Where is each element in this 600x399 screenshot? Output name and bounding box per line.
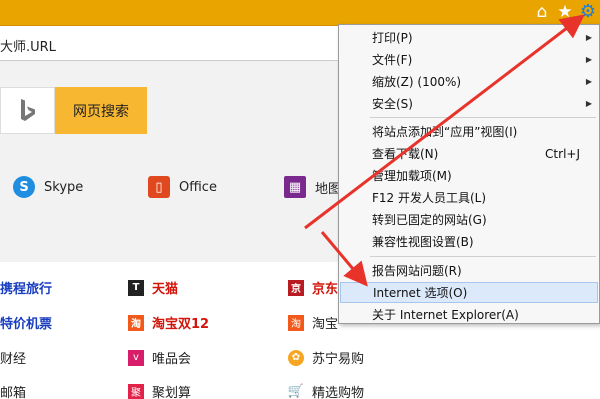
cart-icon: 🛒: [287, 384, 305, 399]
vip-icon: v: [128, 349, 144, 366]
link-jd[interactable]: 京 京东: [288, 278, 338, 297]
bing-logo: [0, 87, 55, 134]
favorites-star-icon[interactable]: ★: [555, 2, 575, 22]
menu-item-print[interactable]: 打印(P) ▶: [340, 27, 598, 48]
submenu-arrow-icon: ▶: [585, 77, 592, 86]
menu-item-compat-view[interactable]: 兼容性视图设置(B): [340, 231, 598, 252]
link-taobao[interactable]: 淘 淘宝: [288, 313, 338, 332]
link-selected-shopping[interactable]: 🛒 精选购物: [288, 382, 364, 399]
quicklink-skype-label: Skype: [44, 179, 84, 195]
link-taobao-double12[interactable]: 淘 淘宝双12: [128, 313, 209, 332]
link-finance[interactable]: 财经: [0, 348, 26, 367]
menu-item-internet-options[interactable]: Internet 选项(O): [340, 282, 598, 303]
gear-icon[interactable]: ⚙: [578, 2, 598, 22]
submenu-arrow-icon: ▶: [585, 33, 592, 42]
menu-separator: [370, 256, 596, 257]
toolbar-icons: ⌂ ★ ⚙: [532, 2, 598, 22]
menu-item-file[interactable]: 文件(F) ▶: [340, 49, 598, 70]
menu-separator: [370, 117, 596, 118]
quicklink-office-label: Office: [179, 179, 217, 195]
skype-icon: S: [13, 176, 35, 198]
menu-item-view-downloads[interactable]: 查看下载(N) Ctrl+J: [340, 143, 598, 164]
menu-item-add-site-to-apps[interactable]: 将站点添加到“应用”视图(I): [340, 121, 598, 142]
map-icon: ▦: [284, 176, 306, 198]
jd-icon: 京: [288, 279, 304, 296]
taobao-icon: 淘: [128, 314, 144, 331]
submenu-arrow-icon: ▶: [585, 99, 592, 108]
link-mail[interactable]: 邮箱: [0, 382, 26, 399]
web-search-button[interactable]: 网页搜索: [55, 87, 147, 134]
link-tmall[interactable]: T 天猫: [128, 278, 178, 297]
quicklink-office[interactable]: ▯ Office: [148, 176, 217, 198]
menu-item-manage-addons[interactable]: 管理加载项(M): [340, 165, 598, 186]
address-bar[interactable]: 大师.URL: [0, 27, 340, 61]
tools-context-menu: 打印(P) ▶ 文件(F) ▶ 缩放(Z) (100%) ▶ 安全(S) ▶ 将站点添加…: [338, 24, 600, 324]
home-icon[interactable]: ⌂: [532, 2, 552, 22]
menu-item-safety[interactable]: 安全(S) ▶: [340, 93, 598, 114]
web-search-label: 网页搜索: [73, 103, 129, 120]
menu-item-zoom[interactable]: 缩放(Z) (100%) ▶: [340, 71, 598, 92]
submenu-arrow-icon: ▶: [585, 55, 592, 64]
browser-toolbar: ⌂ ★ ⚙: [0, 0, 600, 26]
shortcut-ctrl-j: Ctrl+J: [545, 146, 580, 161]
menu-item-report-problems[interactable]: 报告网站问题(R): [340, 260, 598, 281]
juhuasuan-icon: 聚: [128, 383, 144, 399]
link-cheap-flights[interactable]: 特价机票: [0, 313, 52, 332]
suning-icon: ✿: [288, 349, 304, 366]
menu-item-about-ie[interactable]: 关于 Internet Explorer(A): [340, 304, 598, 325]
bing-icon: [20, 98, 35, 121]
menu-item-f12-devtools[interactable]: F12 开发人员工具(L): [340, 187, 598, 208]
link-vip[interactable]: v 唯品会: [128, 348, 191, 367]
link-juhuasuan[interactable]: 聚 聚划算: [128, 382, 191, 399]
address-url: 大师.URL: [0, 40, 56, 55]
quicklink-maps[interactable]: ▦ 地图: [284, 176, 341, 198]
link-ctrip[interactable]: 携程旅行: [0, 278, 52, 297]
quicklink-skype[interactable]: S Skype: [13, 176, 83, 198]
tmall-icon: T: [128, 279, 144, 296]
link-suning[interactable]: ✿ 苏宁易购: [288, 348, 364, 367]
office-icon: ▯: [148, 176, 170, 198]
menu-item-pinned-sites[interactable]: 转到已固定的网站(G): [340, 209, 598, 230]
taobao-icon: 淘: [288, 314, 304, 331]
